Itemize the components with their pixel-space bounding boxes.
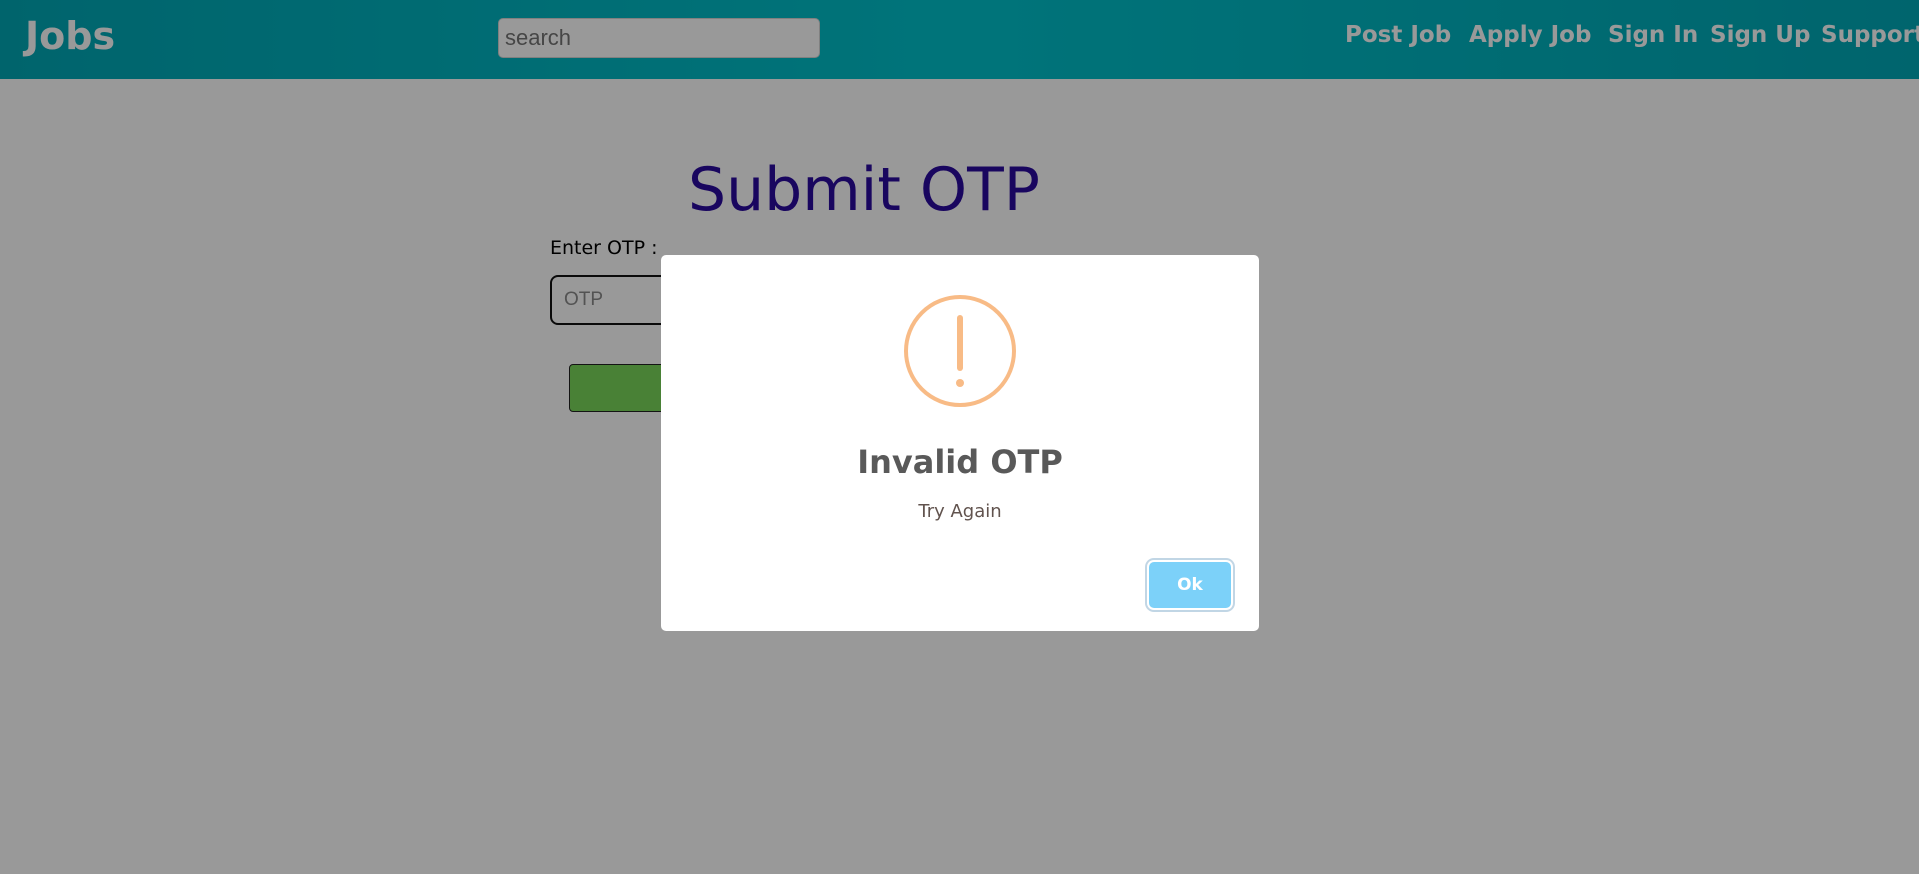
warning-icon-dot bbox=[956, 379, 964, 387]
warning-icon bbox=[904, 295, 1016, 407]
warning-icon-bar bbox=[957, 315, 963, 371]
alert-dialog: Invalid OTP Try Again Ok bbox=[661, 255, 1259, 631]
ok-button[interactable]: Ok bbox=[1149, 562, 1231, 608]
dialog-message: Try Again bbox=[918, 501, 1002, 522]
dialog-title: Invalid OTP bbox=[857, 443, 1063, 481]
